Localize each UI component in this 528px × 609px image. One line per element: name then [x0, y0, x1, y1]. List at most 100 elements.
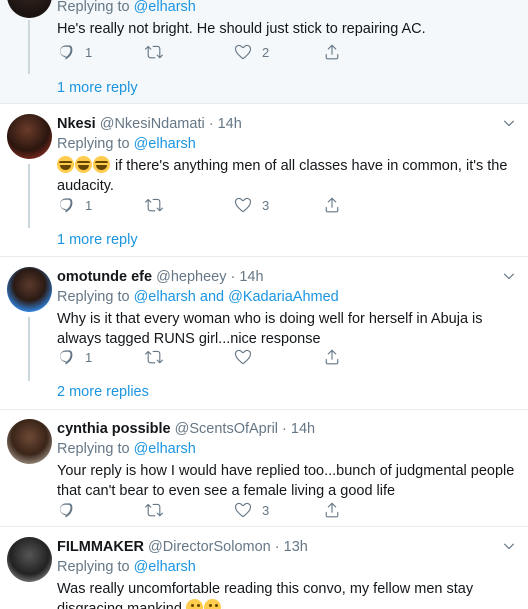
user-handle[interactable]: @hepheey — [156, 269, 226, 285]
share-icon — [323, 196, 341, 214]
display-name[interactable]: omotunde efe — [57, 269, 152, 285]
tweet-header: FILMMAKER @DirectorSolomon · 13h — [57, 537, 518, 557]
separator: · — [278, 421, 291, 437]
more-replies-link[interactable]: 2 more replies — [57, 382, 149, 402]
share-button[interactable] — [323, 195, 341, 215]
thread-line — [28, 164, 30, 228]
avatar[interactable] — [7, 419, 52, 464]
reply-count: 1 — [85, 197, 93, 213]
reply-button[interactable]: 1 — [57, 347, 92, 367]
tweet-header: cynthia possible @ScentsOfApril · 14h — [57, 419, 518, 439]
display-name[interactable]: cynthia possible — [57, 421, 171, 437]
share-icon — [323, 43, 341, 61]
tweet-content: Replying to @elharsh He's really not bri… — [57, 0, 518, 39]
avatar[interactable] — [7, 267, 52, 312]
share-button[interactable] — [323, 42, 341, 62]
replying-mention[interactable]: @elharsh — [134, 559, 196, 575]
timestamp[interactable]: 14h — [291, 421, 315, 437]
chevron-down-icon[interactable] — [502, 269, 516, 283]
share-icon — [323, 348, 341, 366]
timestamp[interactable]: 14h — [239, 269, 263, 285]
tweet-content: cynthia possible @ScentsOfApril · 14h Re… — [57, 419, 518, 501]
heart-icon — [234, 501, 252, 519]
replying-mention[interactable]: @elharsh — [134, 441, 196, 457]
retweet-button[interactable] — [145, 347, 173, 367]
avatar[interactable] — [7, 0, 52, 18]
replying-mention[interactable]: @elharsh — [134, 136, 196, 152]
heart-icon — [234, 348, 252, 366]
reply-count: 1 — [85, 349, 93, 365]
separator: · — [270, 539, 284, 555]
more-replies-link[interactable]: 1 more reply — [57, 230, 138, 250]
share-button[interactable] — [323, 500, 341, 520]
like-button[interactable]: 2 — [234, 42, 269, 62]
thinking-face-emoji-icon — [203, 599, 221, 609]
reply-icon — [57, 348, 75, 366]
replying-mention[interactable]: @elharsh and @KadariaAhmed — [134, 289, 339, 305]
like-button[interactable]: 3 — [234, 195, 269, 215]
like-button[interactable]: 3 — [234, 500, 269, 520]
retweet-icon — [145, 196, 163, 214]
heart-icon — [234, 196, 252, 214]
user-handle[interactable]: @ScentsOfApril — [175, 421, 278, 437]
replying-to: Replying to @elharsh and @KadariaAhmed — [57, 287, 518, 307]
tweet-header: omotunde efe @hepheey · 14h — [57, 267, 518, 287]
avatar[interactable] — [7, 537, 52, 582]
tweet-content: Nkesi @NkesiNdamati · 14h Replying to @e… — [57, 114, 518, 196]
replying-prefix: Replying to — [57, 289, 134, 305]
replying-to: Replying to @elharsh — [57, 0, 518, 17]
timestamp[interactable]: 13h — [284, 539, 308, 555]
user-handle[interactable]: @NkesiNdamati — [100, 116, 205, 132]
retweet-button[interactable] — [145, 42, 173, 62]
replying-to: Replying to @elharsh — [57, 439, 518, 459]
share-icon — [323, 501, 341, 519]
tweet-text: Your reply is how I would have replied t… — [57, 463, 515, 499]
reply-icon — [57, 43, 75, 61]
like-count: 3 — [262, 197, 270, 213]
tears-of-joy-emoji-icon — [75, 156, 92, 173]
retweet-button[interactable] — [145, 500, 173, 520]
replying-prefix: Replying to — [57, 136, 134, 152]
display-name[interactable]: Nkesi — [57, 116, 96, 132]
tweet-actions: 1 3 — [57, 195, 357, 215]
tweet-text-body: Was really uncomfortable reading this co… — [57, 581, 474, 609]
tweet-actions: 3 — [57, 500, 357, 520]
chevron-down-icon[interactable] — [502, 539, 516, 553]
thread-line — [28, 20, 30, 74]
tweet-header: Nkesi @NkesiNdamati · 14h — [57, 114, 518, 134]
reply-button[interactable]: 1 — [57, 195, 92, 215]
avatar[interactable] — [7, 114, 52, 159]
reply-button[interactable]: 1 — [57, 42, 92, 62]
share-button[interactable] — [323, 347, 341, 367]
replying-prefix: Replying to — [57, 559, 134, 575]
replying-prefix: Replying to — [57, 441, 134, 457]
tweet-text: Why is it that every woman who is doing … — [57, 311, 483, 347]
separator: · — [204, 116, 218, 132]
thread-line — [28, 317, 30, 381]
reply-icon — [57, 501, 75, 519]
replying-mention[interactable]: @elharsh — [134, 0, 196, 15]
like-count: 3 — [262, 502, 270, 518]
thinking-face-emoji-icon — [185, 599, 203, 609]
reply-tweet[interactable]: cynthia possible @ScentsOfApril · 14h Re… — [0, 410, 528, 527]
display-name[interactable]: FILMMAKER — [57, 539, 144, 555]
tweet-content: omotunde efe @hepheey · 14h Replying to … — [57, 267, 518, 349]
like-count: 2 — [262, 44, 270, 60]
like-button[interactable] — [234, 347, 262, 367]
tweet-text: He's really not bright. He should just s… — [57, 21, 426, 37]
retweet-button[interactable] — [145, 195, 173, 215]
reply-tweet[interactable]: omotunde efe @hepheey · 14h Replying to … — [0, 257, 528, 410]
reply-tweet[interactable]: Nkesi @NkesiNdamati · 14h Replying to @e… — [0, 104, 528, 257]
timestamp[interactable]: 14h — [218, 116, 242, 132]
reply-tweet[interactable]: FILMMAKER @DirectorSolomon · 13h Replyin… — [0, 527, 528, 609]
user-handle[interactable]: @DirectorSolomon — [148, 539, 271, 555]
retweet-icon — [145, 43, 163, 61]
replying-prefix: Replying to — [57, 0, 134, 15]
reply-tweet[interactable]: Replying to @elharsh He's really not bri… — [0, 0, 528, 104]
reply-button[interactable] — [57, 500, 85, 520]
replying-to: Replying to @elharsh — [57, 557, 518, 577]
tweet-actions: 1 — [57, 347, 357, 367]
more-replies-link[interactable]: 1 more reply — [57, 78, 138, 98]
chevron-down-icon[interactable] — [502, 116, 516, 130]
tears-of-joy-emoji-icon — [57, 156, 74, 173]
